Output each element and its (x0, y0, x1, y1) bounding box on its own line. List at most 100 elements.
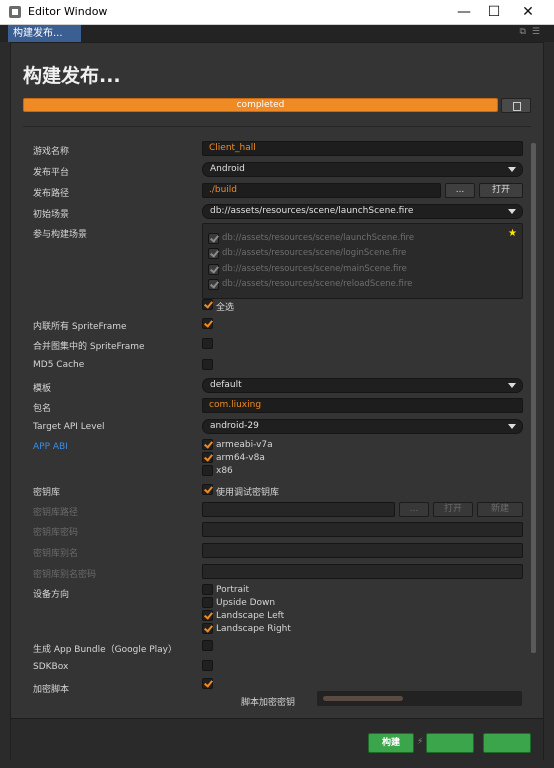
build-progress-bar: completed (23, 98, 498, 112)
keystore-alias-pwd-input[interactable] (202, 564, 523, 579)
close-button[interactable]: ✕ (510, 0, 546, 25)
start-scene-star-icon: ★ (508, 228, 517, 239)
scene-checkbox[interactable] (208, 264, 219, 275)
chevron-down-icon (508, 424, 516, 429)
orientation-portrait-checkbox[interactable] (202, 584, 213, 595)
divider (23, 126, 531, 127)
inline-sprite-label: 内联所有 SpriteFrame (33, 322, 127, 332)
orientation-portrait-label: Portrait (216, 585, 250, 595)
editor-window: Editor Window — ☐ ✕ 构建发布... ⧉☰ 构建发布... c… (0, 0, 554, 768)
sdkbox-checkbox[interactable] (202, 660, 213, 671)
document-icon (513, 102, 521, 111)
tab-build-publish[interactable]: 构建发布... (8, 25, 81, 42)
redacted-text (323, 696, 403, 701)
build-path-open-button[interactable]: 打开 (479, 183, 523, 198)
build-icon: ⚡ (417, 737, 424, 747)
start-scene-select[interactable]: db://assets/resources/scene/launchScene.… (202, 204, 523, 219)
abi-armeabi-checkbox[interactable] (202, 439, 213, 450)
merge-sprite-label: 合并图集中的 SpriteFrame (33, 342, 145, 352)
run-button[interactable] (483, 733, 531, 753)
orientation-landscape-left-checkbox[interactable] (202, 610, 213, 621)
platform-label: 发布平台 (33, 168, 70, 178)
sdkbox-label: SDKBox (33, 662, 69, 672)
abi-x86-label: x86 (216, 466, 233, 476)
game-name-input[interactable]: Client_hall (202, 141, 523, 156)
template-label: 模板 (33, 384, 52, 394)
scene-checkbox[interactable] (208, 248, 219, 259)
orientation-label: 设备方向 (33, 590, 70, 600)
debug-keystore-checkbox[interactable] (202, 484, 213, 495)
platform-select[interactable]: Android (202, 162, 523, 177)
api-level-label: Target API Level (33, 422, 105, 432)
log-button[interactable] (501, 98, 531, 113)
abi-arm64-label: arm64-v8a (216, 453, 265, 463)
keystore-pwd-label: 密钥库密码 (33, 528, 79, 538)
title-bar: Editor Window — ☐ ✕ (0, 0, 554, 25)
build-path-input[interactable]: ./build (202, 183, 441, 198)
tab-bar: 构建发布... ⧉☰ (0, 25, 554, 42)
orientation-upside-down-label: Upside Down (216, 598, 276, 608)
md5-checkbox[interactable] (202, 359, 213, 370)
tab-menu-icons[interactable]: ⧉☰ (520, 27, 547, 37)
keystore-pwd-input[interactable] (202, 522, 523, 537)
keystore-path-input[interactable] (202, 502, 395, 517)
game-name-label: 游戏名称 (33, 147, 70, 157)
build-path-label: 发布路径 (33, 189, 70, 199)
api-level-select[interactable]: android-29 (202, 419, 523, 434)
package-label: 包名 (33, 404, 52, 414)
build-panel: 构建发布... completed 游戏名称 Client_hall 发布平台 … (10, 42, 544, 760)
template-value: default (210, 380, 242, 390)
abi-label: APP ABI (33, 442, 68, 452)
start-scene-label: 初始场景 (33, 210, 70, 220)
build-path-browse-button[interactable]: ... (445, 183, 475, 198)
page-title: 构建发布... (23, 65, 121, 87)
scenes-label: 参与构建场景 (33, 230, 88, 240)
orientation-landscape-right-checkbox[interactable] (202, 623, 213, 634)
scene-list: db://assets/resources/scene/launchScene.… (202, 223, 523, 299)
keystore-new-button[interactable]: 新建 (477, 502, 523, 517)
app-icon (9, 6, 21, 18)
abi-x86-checkbox[interactable] (202, 465, 213, 476)
scene-checkbox[interactable] (208, 233, 219, 244)
keystore-open-button[interactable]: 打开 (433, 502, 473, 517)
scrollbar[interactable] (531, 143, 536, 653)
maximize-button[interactable]: ☐ (476, 0, 512, 25)
encrypt-label: 加密脚本 (33, 685, 70, 695)
select-all-checkbox[interactable] (202, 299, 213, 310)
chevron-down-icon (508, 209, 516, 214)
keystore-alias-pwd-label: 密钥库别名密码 (33, 570, 97, 580)
keystore-label: 密钥库 (33, 488, 61, 498)
template-select[interactable]: default (202, 378, 523, 393)
scene-item: db://assets/resources/scene/loginScene.f… (222, 248, 407, 258)
api-level-value: android-29 (210, 421, 259, 431)
keystore-alias-label: 密钥库别名 (33, 549, 79, 559)
encrypt-key-input[interactable] (317, 691, 522, 706)
orientation-landscape-left-label: Landscape Left (216, 611, 285, 621)
scene-checkbox[interactable] (208, 279, 219, 290)
abi-arm64-checkbox[interactable] (202, 452, 213, 463)
chevron-down-icon (508, 383, 516, 388)
footer-bar: 构建 ⚡ (11, 718, 543, 760)
encrypt-key-label: 脚本加密密钥 (241, 698, 296, 708)
compile-button[interactable] (426, 733, 474, 753)
start-scene-value: db://assets/resources/scene/launchScene.… (210, 206, 414, 216)
orientation-landscape-right-label: Landscape Right (216, 624, 291, 634)
keystore-path-label: 密钥库路径 (33, 508, 79, 518)
abi-armeabi-label: armeabi-v7a (216, 440, 273, 450)
keystore-browse-button[interactable]: ... (399, 502, 429, 517)
encrypt-checkbox[interactable] (202, 678, 213, 689)
keystore-alias-input[interactable] (202, 543, 523, 558)
build-button[interactable]: 构建 (368, 733, 414, 753)
chevron-down-icon (508, 167, 516, 172)
inline-sprite-checkbox[interactable] (202, 318, 213, 329)
select-all-label: 全选 (216, 303, 235, 313)
package-input[interactable]: com.liuxing (202, 398, 523, 413)
window-title: Editor Window (28, 5, 108, 18)
md5-label: MD5 Cache (33, 360, 85, 370)
scene-item: db://assets/resources/scene/launchScene.… (222, 233, 415, 243)
app-bundle-checkbox[interactable] (202, 640, 213, 651)
orientation-upside-down-checkbox[interactable] (202, 597, 213, 608)
platform-value: Android (210, 164, 245, 174)
merge-sprite-checkbox[interactable] (202, 338, 213, 349)
scene-item: db://assets/resources/scene/mainScene.fi… (222, 264, 407, 274)
